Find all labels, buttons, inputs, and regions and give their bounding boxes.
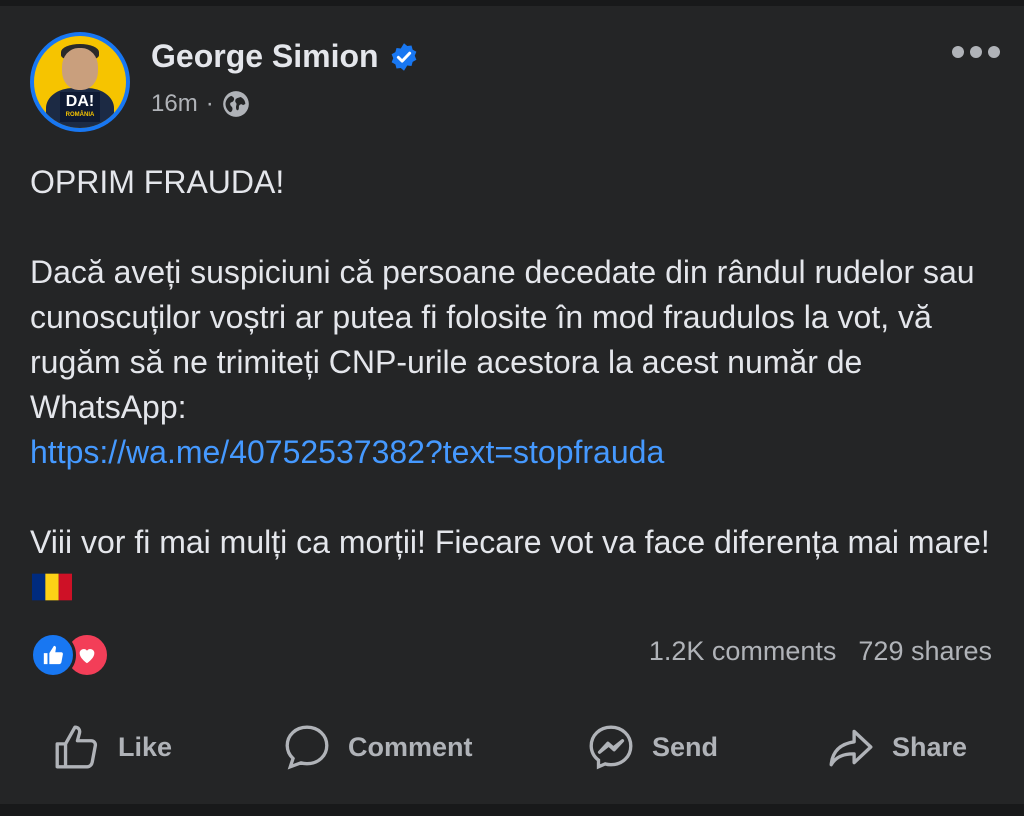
post-stats: 1.2K comments 729 shares (649, 636, 992, 667)
romania-flag-icon (32, 573, 72, 600)
action-bar: Like Comment Send Share (0, 712, 1024, 782)
comment-label: Comment (348, 731, 473, 762)
author-name[interactable]: George Simion (151, 38, 379, 75)
avatar-image: DA! ROMÂNIA (34, 36, 126, 128)
more-dot (970, 46, 982, 58)
like-label: Like (118, 731, 173, 762)
share-button[interactable]: Share (826, 712, 967, 782)
post-meta: 16m · (151, 90, 250, 118)
post-paragraph-closing: Viii vor fi mai mulți ca morții! Fiecare… (30, 520, 990, 610)
more-dot (952, 46, 964, 58)
comment-button[interactable]: Comment (282, 712, 473, 782)
avatar-logo-text: DA! (65, 93, 95, 110)
messenger-icon (589, 725, 633, 770)
post-time[interactable]: 16m (151, 90, 198, 118)
avatar[interactable]: DA! ROMÂNIA (30, 32, 130, 132)
author-row: George Simion (151, 38, 419, 75)
share-label: Share (892, 731, 968, 762)
shares-count[interactable]: 729 shares (858, 636, 992, 667)
meta-separator: · (205, 90, 214, 117)
thumbs-up-icon (55, 725, 98, 769)
avatar-logo-subtext: ROMÂNIA (65, 112, 95, 118)
post-header: DA! ROMÂNIA George Simion 16m · (30, 32, 1000, 132)
closing-text: Viii vor fi mai mulți ca morții! Fiecare… (30, 524, 990, 560)
verified-badge-icon (391, 42, 416, 71)
like-reaction-icon (30, 632, 76, 678)
comments-count[interactable]: 1.2K comments (649, 636, 837, 667)
globe-icon (222, 91, 249, 117)
post-headline: OPRIM FRAUDA! (30, 164, 285, 200)
avatar-logo: DA! ROMÂNIA (60, 92, 100, 122)
reactions-summary[interactable] (30, 632, 110, 678)
more-dot (988, 46, 1000, 58)
post-body: OPRIM FRAUDA! Dacă aveți suspiciuni că p… (30, 160, 990, 610)
comment-bubble-icon (285, 725, 329, 770)
bottom-border (0, 804, 1024, 816)
send-label: Send (652, 731, 719, 762)
avatar-face (62, 48, 98, 90)
post-paragraph: Dacă aveți suspiciuni că persoane deceda… (30, 254, 975, 425)
send-button[interactable]: Send (586, 712, 718, 782)
more-options-icon[interactable] (952, 40, 1000, 64)
like-button[interactable]: Like (52, 712, 172, 782)
share-arrow-icon (829, 729, 873, 767)
whatsapp-link[interactable]: https://wa.me/40752537382?text=stopfraud… (30, 434, 664, 470)
top-border (0, 0, 1024, 6)
